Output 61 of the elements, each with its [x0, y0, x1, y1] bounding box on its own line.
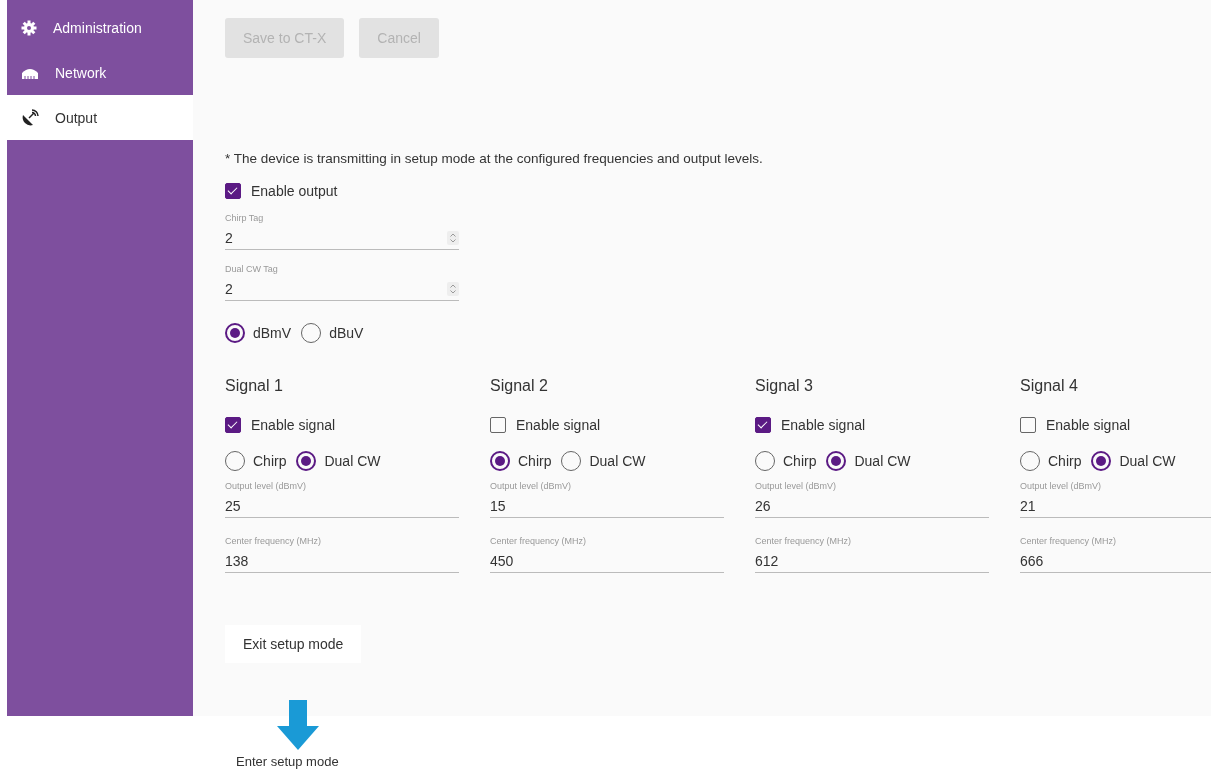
field-label: Chirp Tag: [225, 213, 265, 223]
signal-title: Signal 1: [225, 377, 284, 395]
radio-label: Dual CW: [324, 453, 381, 469]
checkbox-label: Enable output: [251, 183, 338, 199]
annotation-text: Enter setup mode: [236, 754, 339, 769]
signal-title: Signal 2: [490, 377, 549, 395]
input-field[interactable]: 25: [225, 495, 459, 518]
field-label: Output level (dBmV): [755, 481, 838, 491]
radio-label: Chirp: [1048, 453, 1082, 469]
input-field[interactable]: 26: [755, 495, 989, 518]
signal-title: Signal 3: [755, 377, 814, 395]
exit-setup-button[interactable]: Exit setup mode: [225, 625, 362, 663]
field-label: Center frequency (MHz): [1020, 536, 1118, 546]
input-field[interactable]: 2: [225, 278, 459, 301]
input-field[interactable]: 15: [490, 495, 724, 518]
checkbox[interactable]: [755, 417, 771, 433]
radio-button[interactable]: [1091, 451, 1112, 471]
checkbox-label: Enable signal: [781, 417, 866, 433]
radio-label: Dual CW: [589, 453, 646, 469]
checkbox[interactable]: [225, 417, 241, 433]
input-field[interactable]: 2: [225, 227, 459, 250]
input-field[interactable]: 666: [1020, 550, 1211, 573]
spinner-icon: [447, 231, 459, 245]
signal-title: Signal 4: [1020, 377, 1079, 395]
field-label: Center frequency (MHz): [225, 536, 323, 546]
field-label: Output level (dBmV): [225, 481, 308, 491]
radio-label: Chirp: [783, 453, 817, 469]
checkbox-label: Enable signal: [516, 417, 601, 433]
arrow-icon: [277, 700, 319, 750]
sidebar-item[interactable]: Network: [7, 50, 193, 95]
checkbox-label: Enable signal: [1046, 417, 1131, 433]
radio-label: dBuV: [329, 325, 364, 341]
note-text: * The device is transmitting in setup mode at the configured frequencies and output levels.: [225, 151, 764, 166]
checkbox[interactable]: [1020, 417, 1036, 433]
checkbox[interactable]: [225, 183, 241, 199]
input-field[interactable]: 450: [490, 550, 724, 573]
radio-button[interactable]: [826, 451, 847, 471]
field-label: Output level (dBmV): [490, 481, 573, 491]
field-label: Center frequency (MHz): [755, 536, 853, 546]
input-field[interactable]: 138: [225, 550, 459, 573]
field-label: Center frequency (MHz): [490, 536, 588, 546]
sidebar-item[interactable]: Administration: [7, 5, 193, 50]
radio-button[interactable]: [296, 451, 317, 471]
field-label: Dual CW Tag: [225, 264, 279, 274]
input-field[interactable]: 21: [1020, 495, 1211, 518]
field-label: Output level (dBmV): [1020, 481, 1103, 491]
radio-label: Dual CW: [854, 453, 911, 469]
radio-button[interactable]: [225, 323, 245, 343]
radio-label: Dual CW: [1119, 453, 1176, 469]
satellite-dish-icon: [21, 108, 39, 127]
checkbox-label: Enable signal: [251, 417, 336, 433]
radio-label: dBmV: [253, 325, 292, 341]
gear-icon: [21, 19, 37, 36]
radio-button[interactable]: [490, 451, 510, 471]
input-field[interactable]: 612: [755, 550, 989, 573]
sidebar-item[interactable]: Output: [7, 95, 193, 140]
checkbox[interactable]: [490, 417, 506, 433]
network-icon: [21, 66, 39, 79]
radio-label: Chirp: [518, 453, 552, 469]
spinner-icon: [447, 282, 459, 296]
radio-label: Chirp: [253, 453, 287, 469]
